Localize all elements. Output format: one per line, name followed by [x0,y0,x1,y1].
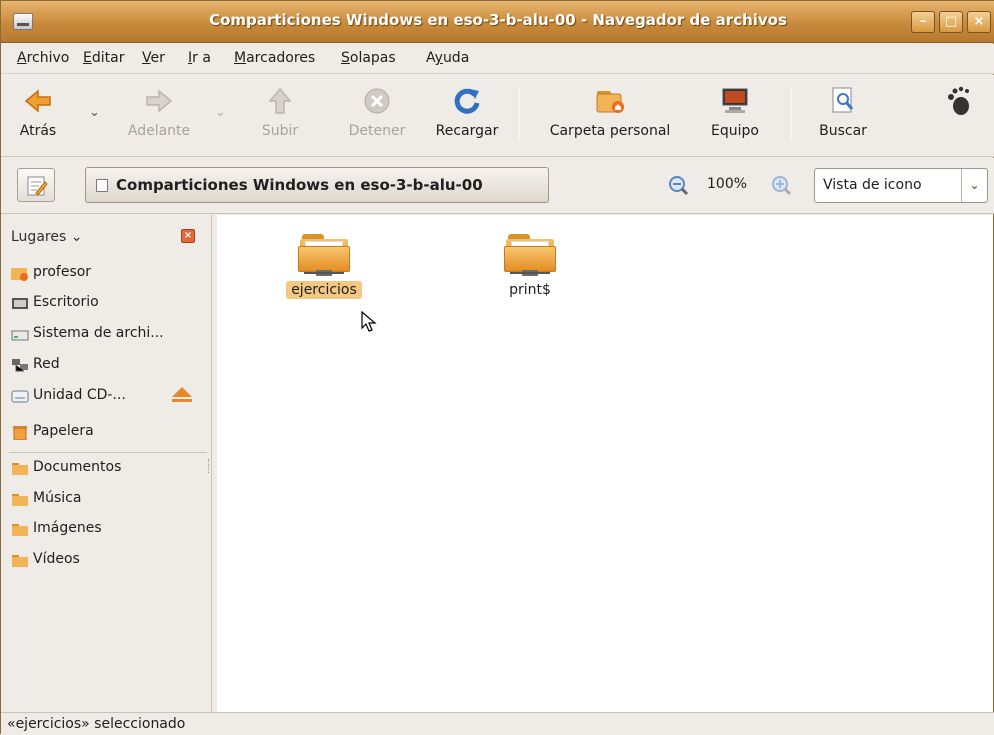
network-icon [12,359,28,372]
reload-button[interactable]: Recargar [425,79,509,151]
window-title: Comparticiones Windows en eso-3-b-alu-00… [209,11,787,29]
sidebar-divider [9,452,207,453]
stop-icon [364,88,390,114]
forward-history-chevron-icon[interactable]: ⌄ [215,105,226,120]
status-text: «ejercicios» seleccionado [7,716,186,732]
file-name: ejercicios [286,281,362,299]
toolbar-separator [791,87,792,139]
computer-icon [722,88,748,113]
menu-solapas[interactable]: Solapas [341,50,396,66]
home-folder-icon [596,91,624,113]
search-icon [832,87,854,113]
gnome-foot-icon [948,86,969,115]
file-manager-window: Comparticiones Windows en eso-3-b-alu-00… [0,0,994,735]
sidebar-item-escritorio[interactable]: Escritorio [11,291,211,317]
trash-icon [13,426,27,440]
eject-icon[interactable] [172,387,192,397]
cdrom-drive-icon [11,390,29,403]
up-button[interactable]: Subir [255,79,305,151]
location-bar: Comparticiones Windows en eso-3-b-alu-00… [1,158,994,214]
folder-icon [12,463,28,475]
arrow-left-icon [24,89,51,113]
folder-icon [12,555,28,567]
mouse-pointer-icon [361,311,377,332]
search-button[interactable]: Buscar [805,79,881,151]
minimize-button[interactable]: – [911,11,935,33]
network-share-icon [96,179,108,192]
toolbar: Atrás ⌄ Adelante ⌄ Subir Detener Recarga… [1,75,994,157]
sidebar-item-documentos[interactable]: Documentos [11,456,211,482]
close-button[interactable]: × [967,11,991,33]
folder-icon [12,494,28,506]
file-item-ejercicios[interactable]: ejercicios [269,231,379,299]
view-mode-select[interactable]: Vista de icono ⌄ [814,168,988,203]
chevron-down-icon: ⌄ [70,229,83,245]
sidebar-item-imagenes[interactable]: Imágenes [11,517,211,543]
file-name: print$ [509,282,551,298]
zoom-level[interactable]: 100% [707,176,747,192]
menu-archivo[interactable]: Archivo [17,50,69,66]
edit-pencil-icon [27,176,48,196]
back-history-chevron-icon[interactable]: ⌄ [89,105,100,120]
close-sidebar-button[interactable]: × [181,229,195,243]
file-item-print[interactable]: print$ [475,231,585,299]
sidebar-item-red[interactable]: Red [11,353,211,379]
zoom-out-icon[interactable] [667,174,689,196]
reload-icon [454,88,480,114]
menu-editar[interactable]: Editar [83,50,124,66]
file-view[interactable]: ejercicios print$ [217,215,993,712]
sidebar-item-musica[interactable]: Música [11,487,211,513]
harddrive-icon [11,330,29,341]
chevron-down-icon[interactable]: ⌄ [961,169,987,202]
sidebar-item-filesystem[interactable]: Sistema de archi... [11,322,211,348]
status-bar: «ejercicios» seleccionado [1,712,994,735]
arrow-right-icon [146,89,173,113]
title-bar[interactable]: Comparticiones Windows en eso-3-b-alu-00… [1,1,994,43]
sidebar-selector[interactable]: Lugares ⌄ [11,229,82,245]
desktop-icon [12,298,28,309]
menu-ir-a[interactable]: Ir a [188,50,211,66]
menu-marcadores[interactable]: Marcadores [234,50,315,66]
arrow-up-icon [268,87,292,114]
toolbar-separator [519,87,520,139]
sidebar-item-papelera[interactable]: Papelera [11,420,211,446]
home-folder-icon [11,268,28,281]
sidebar-item-profesor[interactable]: profesor [11,261,211,287]
zoom-in-icon[interactable] [770,174,792,196]
folder-icon [12,524,28,536]
forward-button[interactable]: Adelante [109,79,209,151]
network-folder-icon [298,231,350,277]
computer-button[interactable]: Equipo [699,79,771,151]
toggle-location-entry-button[interactable] [17,168,55,202]
home-folder-button[interactable]: Carpeta personal [531,79,689,151]
back-button[interactable]: Atrás [9,79,67,151]
menu-ayuda[interactable]: Ayuda [426,50,469,66]
sidebar-resize-handle[interactable] [208,459,211,473]
gnome-logo [937,79,981,151]
eject-icon-base[interactable] [172,399,192,402]
sidebar-item-videos[interactable]: Vídeos [11,548,211,574]
places-sidebar: Lugares ⌄ × profesor Escritorio Sistema … [1,215,212,712]
menu-bar: Archivo Editar Ver Ir a Marcadores Solap… [1,44,994,74]
path-bar-button[interactable]: Comparticiones Windows en eso-3-b-alu-00 [85,167,549,203]
menu-ver[interactable]: Ver [142,50,165,66]
maximize-button[interactable]: □ [939,11,963,33]
network-folder-icon [504,231,556,277]
stop-button[interactable]: Detener [339,79,415,151]
